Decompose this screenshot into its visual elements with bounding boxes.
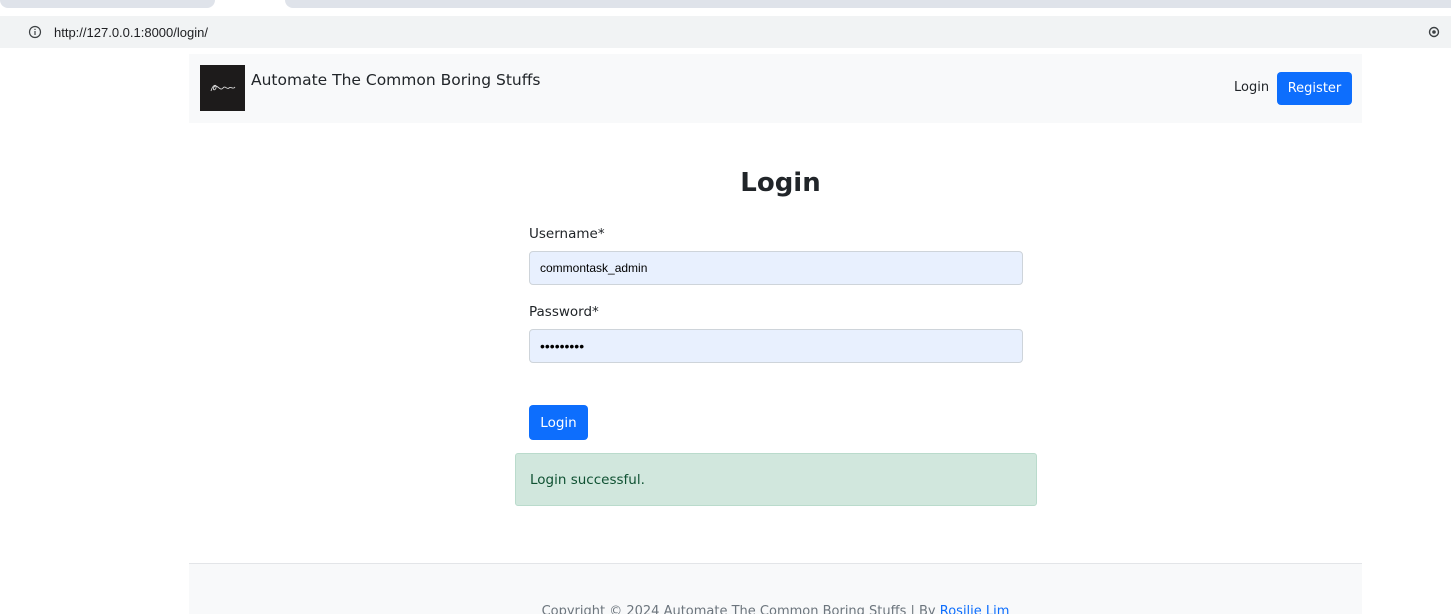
register-button[interactable]: Register <box>1277 72 1352 105</box>
browser-tabstrip <box>0 0 1451 14</box>
author-link[interactable]: Rosilie Lim <box>940 604 1010 614</box>
info-icon[interactable] <box>28 25 42 39</box>
password-label: Password* <box>529 304 599 320</box>
copyright-text: Copyright © 2024 Automate The Common Bor… <box>541 604 940 614</box>
footer: Copyright © 2024 Automate The Common Bor… <box>189 563 1362 614</box>
page-title: Login <box>740 168 821 198</box>
tracking-protection-icon[interactable] <box>1427 25 1441 39</box>
brand-name[interactable]: Automate The Common Boring Stuffs <box>251 71 541 89</box>
page-title-wrap: Login <box>516 168 1036 198</box>
browser-tab[interactable] <box>0 0 215 8</box>
alert-message: Login successful. <box>530 472 645 488</box>
address-bar[interactable]: http://127.0.0.1:8000/login/ <box>0 16 1451 48</box>
username-label: Username* <box>529 226 605 242</box>
footer-copyright: Copyright © 2024 Automate The Common Bor… <box>189 604 1362 614</box>
url-text[interactable]: http://127.0.0.1:8000/login/ <box>54 25 208 40</box>
brand-logo[interactable] <box>200 65 245 111</box>
nav-login-link[interactable]: Login <box>1234 80 1269 95</box>
success-alert: Login successful. <box>515 453 1037 506</box>
browser-tab[interactable] <box>285 0 1451 8</box>
login-submit-button[interactable]: Login <box>529 405 588 440</box>
username-input[interactable] <box>529 251 1023 285</box>
navbar: Automate The Common Boring Stuffs Login … <box>189 54 1362 123</box>
password-input[interactable] <box>529 329 1023 363</box>
